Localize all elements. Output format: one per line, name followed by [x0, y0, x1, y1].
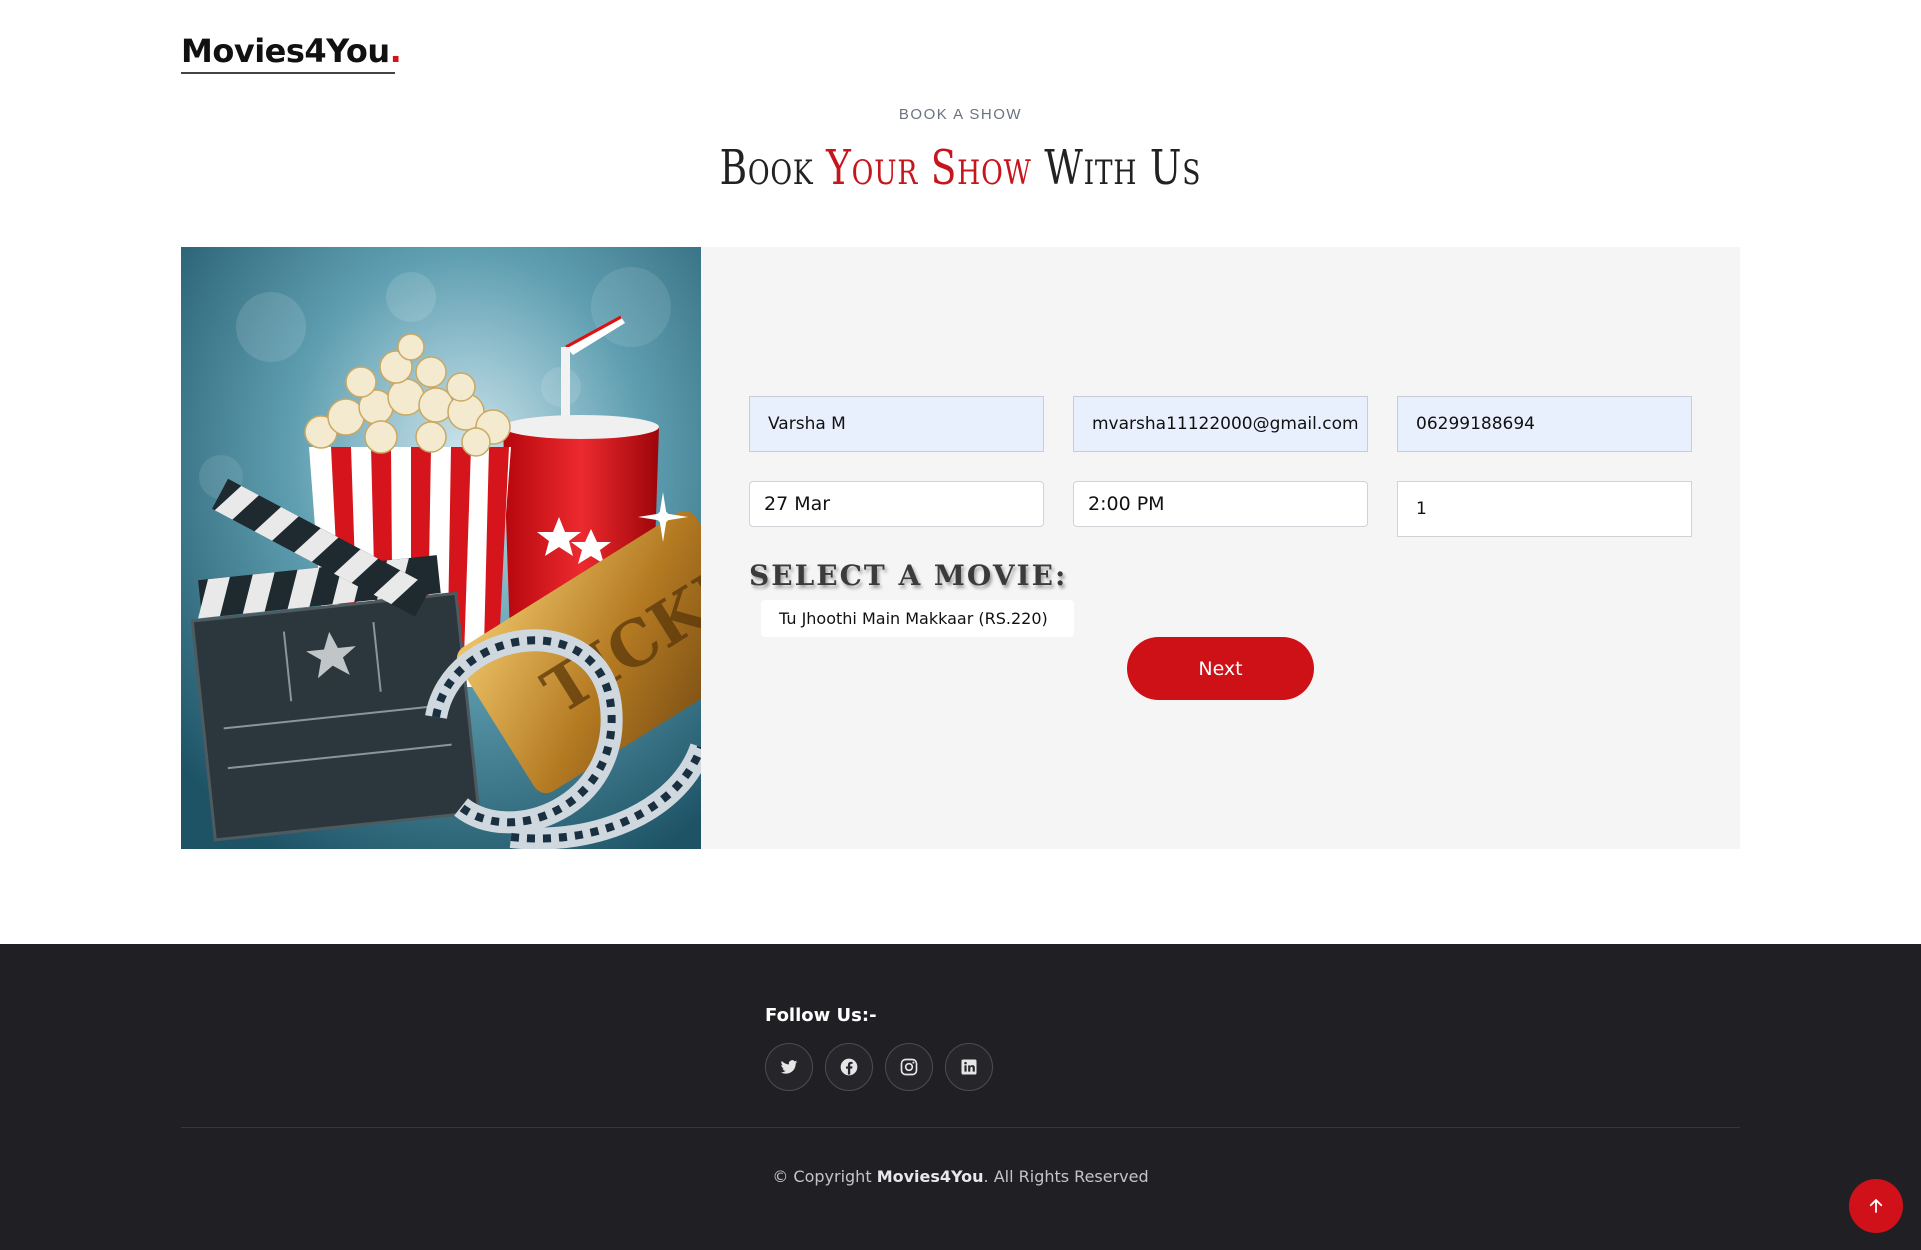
title-accent: Your Show — [826, 140, 1032, 196]
follow-us-label: Follow Us:- — [765, 1005, 877, 1026]
cinema-illustration: TICKET — [181, 247, 701, 849]
brand-name: Movies4You — [181, 32, 390, 70]
logo-underline — [181, 72, 395, 74]
section-eyebrow: BOOK A SHOW — [898, 106, 1023, 123]
name-field[interactable]: Varsha M — [749, 396, 1044, 452]
phone-field[interactable]: 06299188694 — [1397, 396, 1692, 452]
title-part-1: Book — [719, 140, 827, 196]
twitter-icon — [780, 1060, 798, 1074]
select-movie-label: SELECT A MOVIE: — [749, 559, 1068, 592]
facebook-icon — [840, 1058, 858, 1076]
copyright-suffix: . All Rights Reserved — [983, 1167, 1149, 1186]
arrow-up-icon — [1869, 1199, 1883, 1213]
instagram-link[interactable] — [885, 1043, 933, 1091]
linkedin-link[interactable] — [945, 1043, 993, 1091]
date-field[interactable]: 27 Mar — [749, 481, 1044, 527]
brand-dot: . — [389, 32, 402, 70]
twitter-link[interactable] — [765, 1043, 813, 1091]
facebook-link[interactable] — [825, 1043, 873, 1091]
movie-select[interactable]: Tu Jhoothi Main Makkaar (RS.220) — [761, 600, 1074, 637]
footer-divider — [181, 1127, 1740, 1128]
next-button[interactable]: Next — [1127, 637, 1314, 700]
copyright-brand: Movies4You — [876, 1167, 984, 1186]
site-logo[interactable]: Movies4You. — [181, 32, 402, 70]
quantity-field[interactable]: 1 — [1397, 481, 1692, 537]
back-to-top-button[interactable] — [1849, 1179, 1903, 1233]
email-field[interactable]: mvarsha11122000@gmail.com — [1073, 396, 1368, 452]
title-part-2: With Us — [1031, 140, 1202, 196]
copyright-prefix: © Copyright — [772, 1167, 877, 1186]
instagram-icon — [900, 1058, 918, 1076]
time-field[interactable]: 2:00 PM — [1073, 481, 1368, 527]
cinema-hero-image: TICKET — [181, 247, 701, 849]
page-title: Book Your Show With Us — [211, 140, 1709, 196]
booking-card: TICKET — [181, 247, 1740, 849]
site-footer — [0, 944, 1921, 1250]
linkedin-icon — [961, 1059, 977, 1075]
copyright-text: © Copyright Movies4You. All Rights Reser… — [0, 1167, 1921, 1186]
